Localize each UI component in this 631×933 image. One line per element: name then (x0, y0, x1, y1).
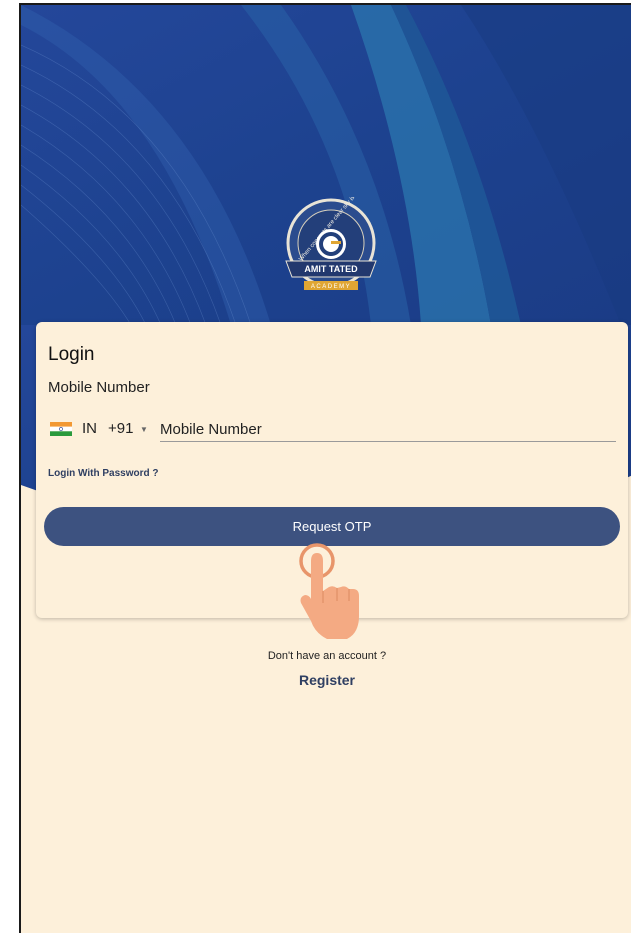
phone-input-row: IN +91 ▼ (50, 417, 616, 442)
mobile-number-input[interactable] (160, 417, 616, 442)
logo-sub-text: ACADEMY (311, 284, 351, 290)
no-account-text: Don't have an account ? (267, 650, 387, 662)
academy-logo: When concepts are clear sky is the limit… (282, 178, 380, 303)
login-with-password-link[interactable]: Login With Password ? (48, 468, 158, 479)
login-title: Login (48, 344, 95, 365)
dial-code[interactable]: +91 (108, 420, 133, 437)
app-screen: When concepts are clear sky is the limit… (19, 3, 631, 933)
caret-down-icon[interactable]: ▼ (140, 425, 148, 434)
register-link[interactable]: Register (21, 672, 631, 688)
tap-hand-icon (297, 541, 369, 645)
india-flag-icon[interactable] (50, 422, 72, 436)
country-code[interactable]: IN (82, 420, 97, 437)
logo-banner-text: AMIT TATED (304, 264, 358, 274)
mobile-number-label: Mobile Number (48, 379, 150, 396)
